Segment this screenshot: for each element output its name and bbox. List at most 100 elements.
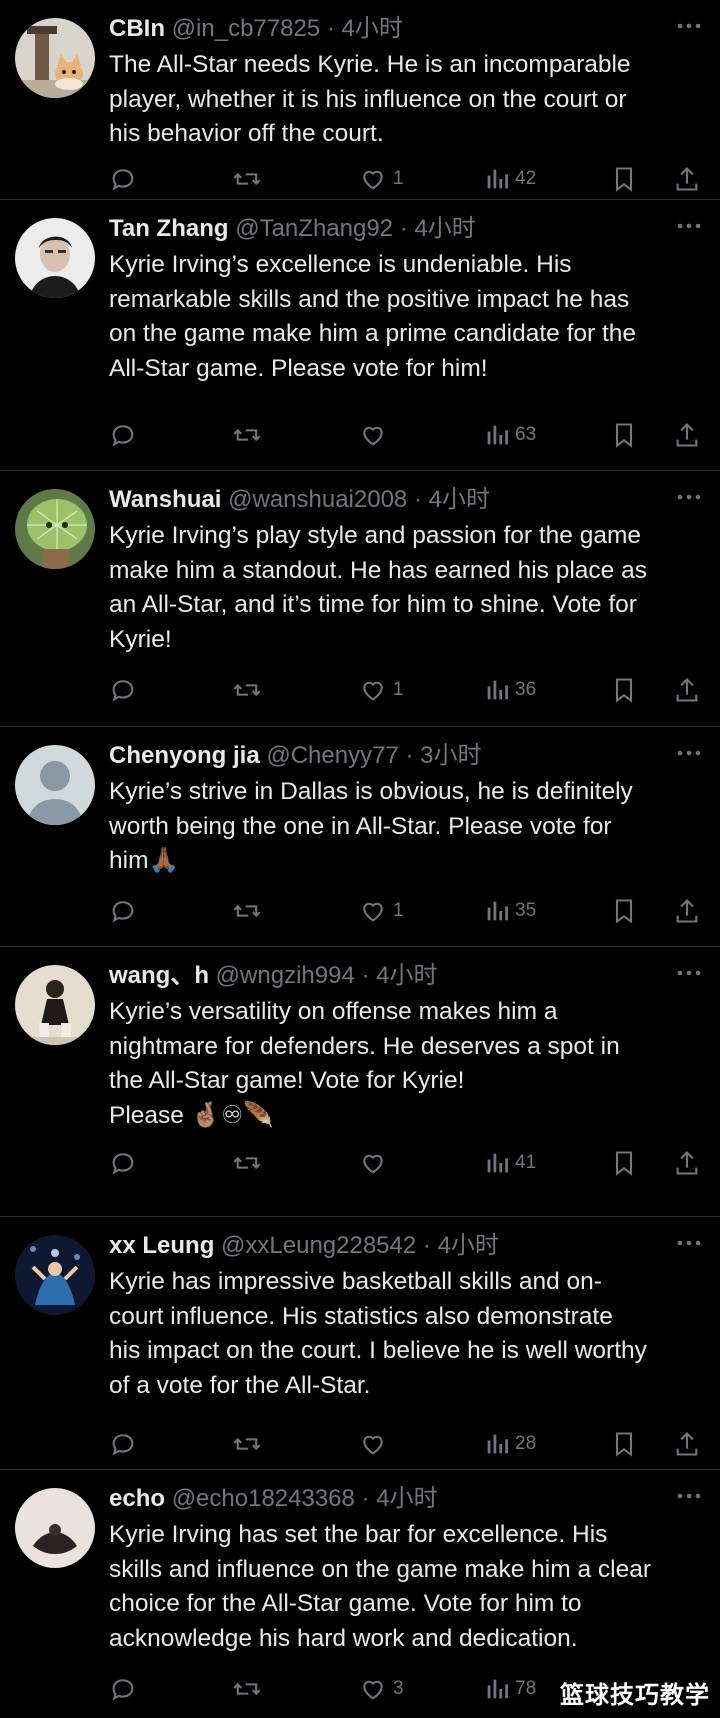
more-icon[interactable] bbox=[674, 14, 704, 38]
views-icon bbox=[485, 165, 509, 193]
more-icon[interactable] bbox=[674, 485, 704, 509]
more-icon[interactable] bbox=[674, 961, 704, 985]
user-handle[interactable]: @TanZhang92 bbox=[235, 215, 393, 242]
display-name[interactable]: echo bbox=[109, 1485, 165, 1512]
avatar[interactable] bbox=[15, 1235, 95, 1315]
reply-button[interactable] bbox=[109, 1426, 137, 1462]
views-button[interactable]: 35 bbox=[485, 893, 536, 929]
views-button[interactable]: 42 bbox=[485, 161, 536, 197]
bookmark-button[interactable] bbox=[612, 893, 636, 929]
reply-button[interactable] bbox=[109, 672, 137, 708]
more-icon[interactable] bbox=[674, 1231, 704, 1255]
more-icon[interactable] bbox=[674, 741, 704, 765]
tweet[interactable]: Chenyong jia @Chenyy77 · 3小时 Kyrie’s str… bbox=[0, 727, 720, 947]
user-handle[interactable]: @echo18243368 bbox=[172, 1485, 355, 1512]
share-button[interactable] bbox=[674, 672, 700, 708]
more-icon[interactable] bbox=[674, 214, 704, 238]
retweet-button[interactable] bbox=[232, 1145, 262, 1181]
reply-icon bbox=[109, 1149, 137, 1177]
bookmark-icon bbox=[612, 165, 636, 193]
share-button[interactable] bbox=[674, 893, 700, 929]
share-icon bbox=[674, 676, 700, 704]
views-button[interactable]: 36 bbox=[485, 672, 536, 708]
retweet-button[interactable] bbox=[232, 417, 262, 453]
share-button[interactable] bbox=[674, 161, 700, 197]
reply-icon bbox=[109, 1675, 137, 1703]
bookmark-button[interactable] bbox=[612, 672, 636, 708]
avatar[interactable] bbox=[15, 18, 95, 98]
display-name[interactable]: wang、h bbox=[109, 962, 209, 989]
reply-button[interactable] bbox=[109, 1671, 137, 1707]
user-handle[interactable]: @wngzih994 bbox=[216, 962, 355, 989]
tweet[interactable]: Wanshuai @wanshuai2008 · 4小时 Kyrie Irvin… bbox=[0, 471, 720, 727]
like-count: 1 bbox=[393, 679, 404, 700]
tweet-text-line: The All-Star needs Kyrie. He is an incom… bbox=[109, 51, 631, 78]
tweet[interactable]: wang、h @wngzih994 · 4小时 Kyrie’s versatil… bbox=[0, 947, 720, 1217]
like-button[interactable]: 1 bbox=[359, 893, 404, 929]
display-name[interactable]: Wanshuai bbox=[109, 486, 221, 513]
bookmark-button[interactable] bbox=[612, 1145, 636, 1181]
retweet-button[interactable] bbox=[232, 161, 262, 197]
tweet-text-line: Kyrie’s versatility on offense makes him… bbox=[109, 998, 558, 1025]
tweet[interactable]: CBIn @in_cb77825 · 4小时 The All-Star need… bbox=[0, 0, 720, 200]
reply-button[interactable] bbox=[109, 161, 137, 197]
retweet-button[interactable] bbox=[232, 893, 262, 929]
avatar[interactable] bbox=[15, 218, 95, 298]
like-button[interactable]: 3 bbox=[359, 1671, 404, 1707]
bookmark-button[interactable] bbox=[612, 161, 636, 197]
tweet-text-line: him🙏🏾 bbox=[109, 847, 179, 874]
tweet-text: Kyrie has impressive basketball skills a… bbox=[109, 1265, 709, 1403]
display-name[interactable]: CBIn bbox=[109, 15, 165, 42]
display-name[interactable]: Tan Zhang bbox=[109, 215, 229, 242]
like-button[interactable] bbox=[359, 1426, 393, 1462]
display-name[interactable]: Chenyong jia bbox=[109, 742, 260, 769]
retweet-icon bbox=[232, 165, 262, 193]
tweet-text-line: make him a standout. He has earned his p… bbox=[109, 556, 647, 584]
share-icon bbox=[674, 165, 700, 193]
views-button[interactable]: 28 bbox=[485, 1426, 536, 1462]
bookmark-button[interactable] bbox=[612, 1426, 636, 1462]
more-icon[interactable] bbox=[674, 1484, 704, 1508]
tweet[interactable]: xx Leung @xxLeung228542 · 4小时 Kyrie has … bbox=[0, 1217, 720, 1470]
display-name[interactable]: xx Leung bbox=[109, 1232, 214, 1259]
timestamp[interactable]: 4小时 bbox=[376, 1485, 437, 1512]
tweet-text: Kyrie Irving’s excellence is undeniable.… bbox=[109, 248, 709, 386]
like-button[interactable] bbox=[359, 1145, 393, 1181]
retweet-button[interactable] bbox=[232, 1426, 262, 1462]
like-button[interactable]: 1 bbox=[359, 672, 404, 708]
user-handle[interactable]: @in_cb77825 bbox=[172, 15, 320, 42]
avatar[interactable] bbox=[15, 1488, 95, 1568]
share-button[interactable] bbox=[674, 417, 700, 453]
avatar[interactable] bbox=[15, 489, 95, 569]
avatar[interactable] bbox=[15, 965, 95, 1045]
bookmark-icon bbox=[612, 676, 636, 704]
reply-button[interactable] bbox=[109, 417, 137, 453]
views-button[interactable]: 78 bbox=[485, 1671, 536, 1707]
retweet-button[interactable] bbox=[232, 1671, 262, 1707]
views-icon bbox=[485, 676, 509, 704]
retweet-button[interactable] bbox=[232, 672, 262, 708]
views-button[interactable]: 41 bbox=[485, 1145, 536, 1181]
timestamp[interactable]: 4小时 bbox=[342, 15, 403, 42]
reply-button[interactable] bbox=[109, 893, 137, 929]
tweet-text-line: acknowledge his hard work and dedication… bbox=[109, 1624, 578, 1652]
timestamp[interactable]: 4小时 bbox=[376, 962, 437, 989]
like-button[interactable] bbox=[359, 417, 393, 453]
tweet[interactable]: Tan Zhang @TanZhang92 · 4小时 Kyrie Irving… bbox=[0, 200, 720, 471]
timestamp[interactable]: 4小时 bbox=[438, 1232, 499, 1259]
tweet-header: echo @echo18243368 · 4小时 bbox=[109, 1482, 650, 1516]
bookmark-button[interactable] bbox=[612, 417, 636, 453]
views-button[interactable]: 63 bbox=[485, 417, 536, 453]
share-icon bbox=[674, 1430, 700, 1458]
timestamp[interactable]: 3小时 bbox=[420, 742, 481, 769]
user-handle[interactable]: @xxLeung228542 bbox=[221, 1232, 416, 1259]
share-button[interactable] bbox=[674, 1426, 700, 1462]
avatar[interactable] bbox=[15, 745, 95, 825]
user-handle[interactable]: @wanshuai2008 bbox=[228, 486, 407, 513]
share-button[interactable] bbox=[674, 1145, 700, 1181]
like-button[interactable]: 1 bbox=[359, 161, 404, 197]
timestamp[interactable]: 4小时 bbox=[429, 486, 490, 513]
reply-button[interactable] bbox=[109, 1145, 137, 1181]
timestamp[interactable]: 4小时 bbox=[414, 215, 475, 242]
user-handle[interactable]: @Chenyy77 bbox=[266, 742, 398, 769]
